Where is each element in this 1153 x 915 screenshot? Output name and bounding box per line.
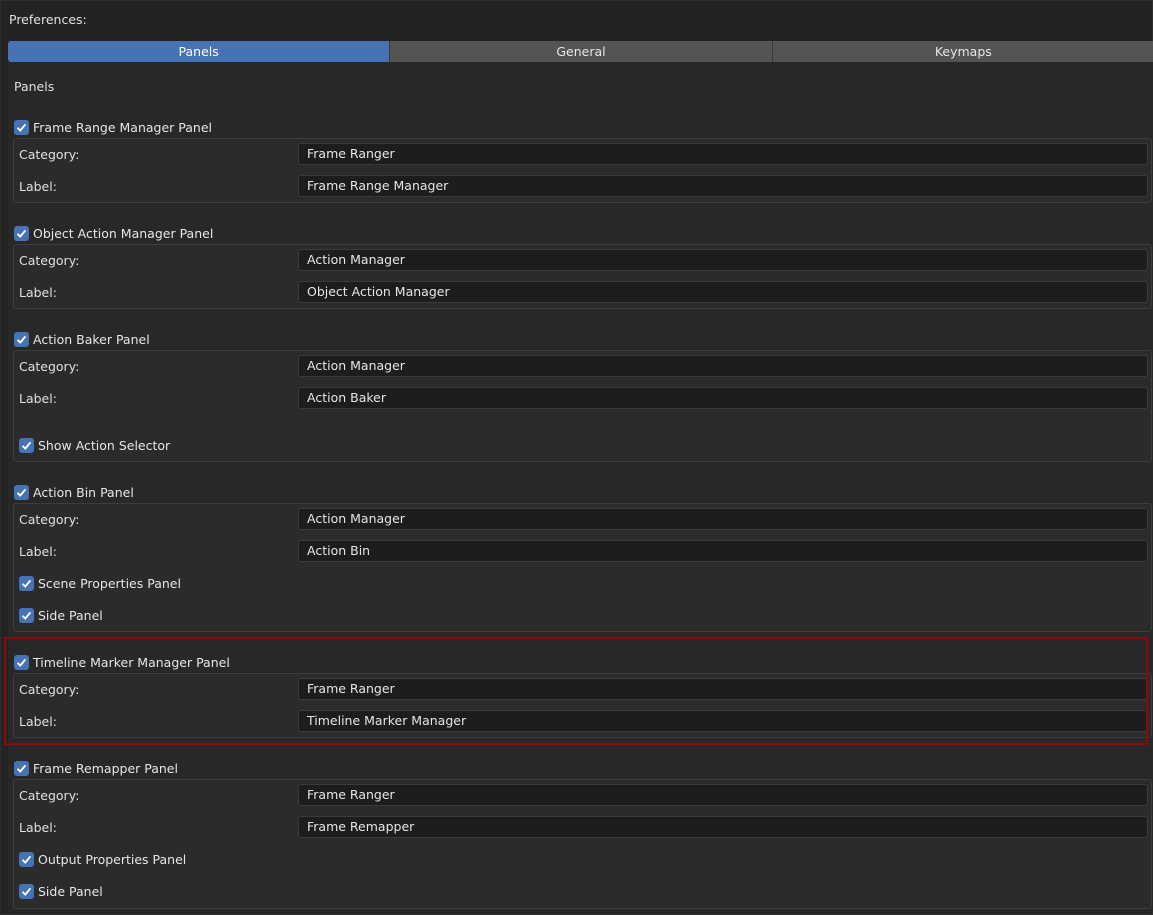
option-checkbox[interactable] [19, 884, 34, 899]
window-title: Preferences: [9, 12, 87, 27]
tab-general[interactable]: General [390, 41, 773, 62]
panel-header-frame-remapper[interactable]: Frame Remapper Panel [14, 760, 178, 776]
check-icon [21, 887, 32, 896]
category-label: Category: [19, 359, 80, 374]
option-show-action-selector[interactable]: Show Action Selector [19, 438, 170, 453]
label-label: Label: [19, 820, 57, 835]
tab-keymaps[interactable]: Keymaps [772, 41, 1153, 62]
check-icon [16, 335, 27, 344]
check-icon [16, 764, 27, 773]
option-checkbox[interactable] [19, 608, 34, 623]
label-field[interactable]: Frame Remapper [298, 816, 1148, 838]
panel-header-action-baker[interactable]: Action Baker Panel [14, 331, 150, 347]
check-icon [16, 123, 27, 132]
option-label: Side Panel [38, 884, 103, 899]
category-label: Category: [19, 512, 80, 527]
panel-header-timeline-marker-manager[interactable]: Timeline Marker Manager Panel [14, 654, 230, 670]
label-field[interactable]: Object Action Manager [298, 281, 1148, 303]
panel-enabled-checkbox[interactable] [14, 119, 29, 135]
category-field[interactable]: Action Manager [298, 249, 1148, 271]
check-icon [21, 855, 32, 864]
panel-name: Frame Range Manager Panel [33, 119, 212, 135]
check-icon [21, 579, 32, 588]
label-field[interactable]: Timeline Marker Manager [298, 710, 1148, 732]
label-field[interactable]: Action Baker [298, 387, 1148, 409]
option-checkbox[interactable] [19, 576, 34, 591]
panel-header-action-bin[interactable]: Action Bin Panel [14, 484, 134, 500]
panel-name: Object Action Manager Panel [33, 225, 214, 241]
check-icon [21, 611, 32, 620]
category-label: Category: [19, 682, 80, 697]
option-side-panel[interactable]: Side Panel [19, 608, 103, 623]
option-label: Output Properties Panel [38, 852, 187, 867]
option-checkbox[interactable] [19, 852, 34, 867]
option-label: Scene Properties Panel [38, 576, 181, 591]
option-scene-properties-panel[interactable]: Scene Properties Panel [19, 576, 181, 591]
option-side-panel[interactable]: Side Panel [19, 884, 103, 899]
option-output-properties-panel[interactable]: Output Properties Panel [19, 852, 186, 867]
panel-name: Timeline Marker Manager Panel [33, 654, 230, 670]
label-field[interactable]: Frame Range Manager [298, 175, 1148, 197]
option-checkbox[interactable] [19, 438, 34, 453]
option-label: Side Panel [38, 608, 103, 623]
panel-header-frame-range-manager[interactable]: Frame Range Manager Panel [14, 119, 212, 135]
panel-header-object-action-manager[interactable]: Object Action Manager Panel [14, 225, 213, 241]
label-label: Label: [19, 391, 57, 406]
category-field[interactable]: Action Manager [298, 508, 1148, 530]
label-label: Label: [19, 544, 57, 559]
check-icon [16, 488, 27, 497]
panel-name: Action Baker Panel [33, 331, 150, 347]
tab-bar: Panels General Keymaps [8, 41, 1153, 62]
panel-enabled-checkbox[interactable] [14, 654, 29, 670]
category-label: Category: [19, 788, 80, 803]
category-label: Category: [19, 253, 80, 268]
panel-enabled-checkbox[interactable] [14, 331, 29, 347]
category-field[interactable]: Frame Ranger [298, 143, 1148, 165]
tab-panels[interactable]: Panels [8, 41, 391, 62]
panel-enabled-checkbox[interactable] [14, 225, 29, 241]
category-label: Category: [19, 147, 80, 162]
category-field[interactable]: Frame Ranger [298, 678, 1148, 700]
panel-name: Frame Remapper Panel [33, 760, 178, 776]
category-field[interactable]: Action Manager [298, 355, 1148, 377]
panel-enabled-checkbox[interactable] [14, 760, 29, 776]
preferences-window: Preferences: Panels General Keymaps Pane… [0, 0, 1153, 915]
check-icon [21, 441, 32, 450]
category-field[interactable]: Frame Ranger [298, 784, 1148, 806]
panel-enabled-checkbox[interactable] [14, 484, 29, 500]
label-label: Label: [19, 179, 57, 194]
label-label: Label: [19, 285, 57, 300]
panel-name: Action Bin Panel [33, 484, 134, 500]
label-label: Label: [19, 714, 57, 729]
label-field[interactable]: Action Bin [298, 540, 1148, 562]
option-label: Show Action Selector [38, 438, 171, 453]
section-title: Panels [14, 79, 55, 94]
check-icon [16, 229, 27, 238]
check-icon [16, 658, 27, 667]
